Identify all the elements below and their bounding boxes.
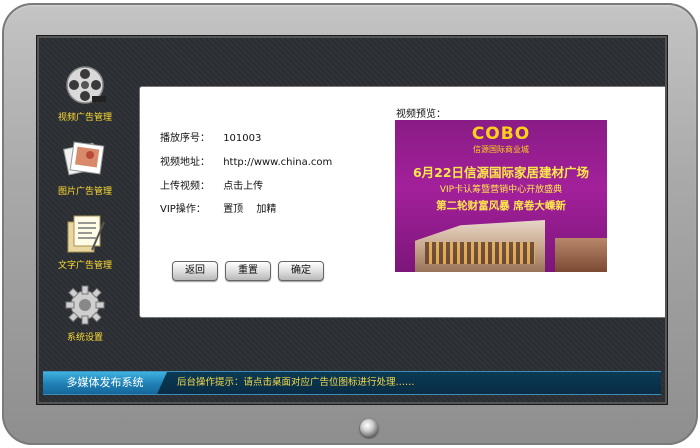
upload-row: 上传视频： 点击上传: [160, 177, 263, 192]
video-preview[interactable]: COBO 信源国际商业城 6月22日信源国际家居建材广场 VIP卡认筹暨营销中心…: [395, 120, 607, 272]
mall-windows-image: [425, 242, 535, 264]
film-reel-icon: [66, 66, 106, 104]
url-label: 视频地址：: [160, 157, 210, 168]
confirm-button[interactable]: 确定: [278, 261, 324, 281]
vip-label: VIP操作：: [160, 204, 206, 215]
serial-value: 101003: [223, 133, 262, 144]
serial-row: 播放序号： 101003: [160, 129, 261, 144]
reset-button[interactable]: 重置: [225, 261, 271, 281]
operation-hint: 后台操作提示：请点击桌面对应广告位图标进行处理……: [177, 377, 415, 388]
video-edit-panel: 播放序号： 101003 视频地址： http://www.china.com …: [139, 86, 665, 318]
sidebar-item-video-ads[interactable]: 视频广告管理: [45, 64, 125, 123]
system-title: 多媒体发布系统: [43, 372, 167, 394]
vip-featured-link[interactable]: 加精: [256, 200, 276, 215]
url-value[interactable]: http://www.china.com: [223, 157, 332, 168]
back-button[interactable]: 返回: [172, 261, 218, 281]
power-button[interactable]: [360, 419, 378, 437]
upload-link[interactable]: 点击上传: [223, 177, 263, 192]
mall-side-image: [555, 238, 607, 272]
status-bar: 多媒体发布系统 后台操作提示：请点击桌面对应广告位图标进行处理……: [43, 371, 661, 395]
sidebar-item-label: 文字广告管理: [57, 261, 112, 271]
documents-icon: [67, 215, 105, 253]
preview-brand-sub: 信源国际商业城: [473, 145, 529, 154]
upload-label: 上传视频：: [160, 181, 210, 192]
sidebar-item-label: 图片广告管理: [57, 187, 112, 197]
photos-icon: [63, 141, 105, 176]
screen: 视频广告管理 图片广告管理 文字广告管理 系统设置 播放序号： 101003 视…: [37, 36, 667, 404]
sidebar-item-image-ads[interactable]: 图片广告管理: [45, 138, 125, 197]
serial-label: 播放序号：: [160, 133, 210, 144]
sidebar-item-text-ads[interactable]: 文字广告管理: [45, 212, 125, 271]
url-row: 视频地址： http://www.china.com: [160, 153, 332, 168]
sidebar-item-system-settings[interactable]: 系统设置: [45, 284, 125, 343]
preview-subline: VIP卡认筹暨营销中心开放盛典: [439, 185, 563, 195]
preview-label: 视频预览：: [396, 109, 446, 120]
preview-tagline: 第二轮财富风暴 席卷大嵊新: [436, 200, 566, 212]
preview-headline: 6月22日信源国际家居建材广场: [412, 165, 590, 180]
gear-icon: [65, 285, 105, 325]
sidebar-item-label: 系统设置: [66, 333, 103, 343]
sidebar-item-label: 视频广告管理: [57, 113, 112, 123]
vip-top-link[interactable]: 置顶: [223, 200, 243, 215]
preview-brand: COBO: [471, 124, 531, 144]
vip-row: VIP操作： 置顶 加精: [160, 200, 276, 215]
